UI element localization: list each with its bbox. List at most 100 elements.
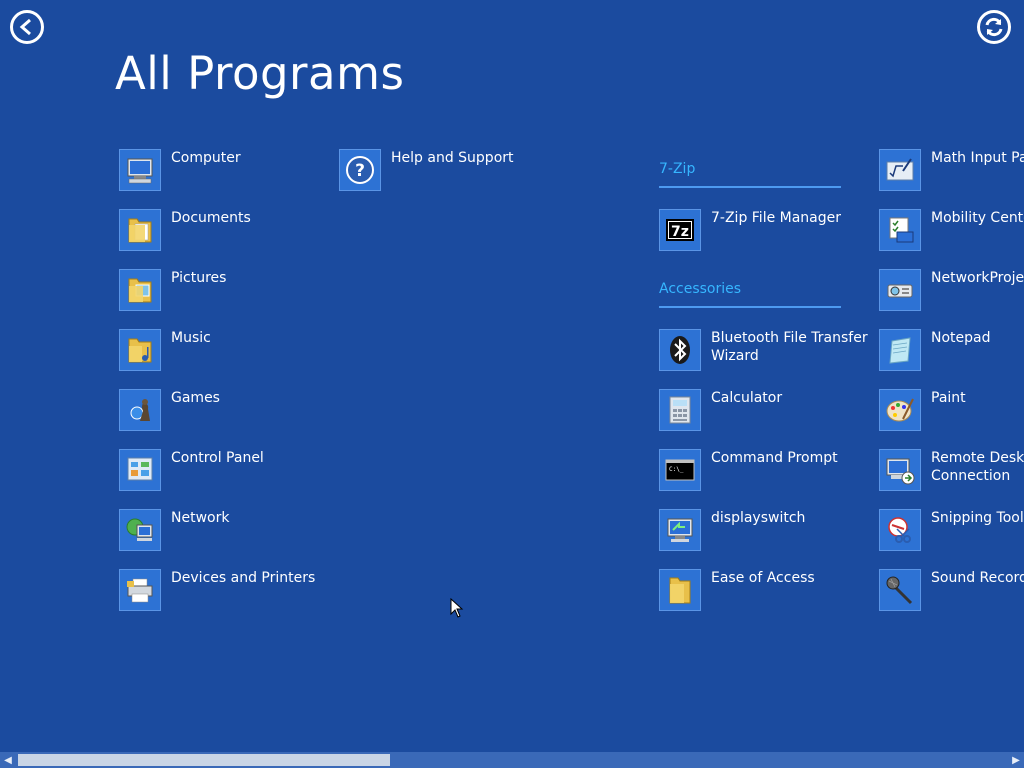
tile-bluetooth[interactable]: Bluetooth File Transfer Wizard: [659, 329, 869, 373]
tile-mobility-center[interactable]: Mobility Center: [879, 209, 1024, 253]
mouse-pointer-icon: [450, 598, 464, 618]
tile-label: 7-Zip File Manager: [711, 210, 842, 226]
horizontal-scrollbar[interactable]: ◀ ▶: [0, 752, 1024, 768]
tile-computer[interactable]: Computer: [119, 149, 329, 193]
folder-icon: [669, 577, 691, 604]
tile-icon-box: [879, 329, 921, 371]
remote-desktop-icon: [886, 458, 915, 485]
scroll-left-icon[interactable]: ◀: [0, 752, 16, 768]
page-title: All Programs: [115, 47, 405, 100]
tile-calculator[interactable]: Calculator: [659, 389, 869, 433]
tile-label: Pictures: [171, 270, 227, 286]
tile-label: Command Prompt: [711, 450, 838, 466]
tile-label: Games: [171, 390, 220, 406]
svg-text:C:\_: C:\_: [669, 466, 684, 473]
back-button[interactable]: [10, 10, 44, 44]
paint-icon: [886, 398, 914, 422]
tile-icon-box: [119, 269, 161, 311]
tile-documents[interactable]: Documents: [119, 209, 329, 253]
tile-icon-box: [119, 569, 161, 611]
tile-command-prompt[interactable]: C:\_ Command Prompt: [659, 449, 869, 493]
scroll-thumb[interactable]: [18, 754, 390, 766]
tile-label: Control Panel: [171, 450, 264, 466]
tile-math-input[interactable]: Math Input Pa: [879, 149, 1024, 193]
tile-pictures[interactable]: Pictures: [119, 269, 329, 313]
tile-label: NetworkProjec: [931, 270, 1024, 286]
tile-icon-box: [119, 389, 161, 431]
display-switch-icon: [667, 518, 693, 542]
tile-label: Ease of Access: [711, 570, 815, 586]
tile-icon-box: [659, 329, 701, 371]
scroll-right-icon[interactable]: ▶: [1008, 752, 1024, 768]
tile-label: Network: [171, 510, 230, 526]
tile-notepad[interactable]: Notepad: [879, 329, 1024, 373]
tile-icon-box: [879, 449, 921, 491]
tile-label: Bluetooth File Transfer Wizard: [711, 330, 868, 364]
control-panel-icon: [127, 457, 153, 481]
microphone-icon: [886, 576, 913, 605]
mobility-center-icon: [889, 217, 914, 243]
tile-label: Devices and Printers: [171, 570, 316, 586]
snipping-tool-icon: [888, 517, 911, 543]
tile-icon-box: [659, 509, 701, 551]
tile-games[interactable]: Games: [119, 389, 329, 433]
group-header-accessories[interactable]: Accessories: [659, 280, 841, 308]
command-prompt-icon: C:\_: [665, 459, 695, 481]
tile-icon-box: C:\_: [659, 449, 701, 491]
tile-network[interactable]: Network: [119, 509, 329, 553]
network-projector-icon: [887, 284, 913, 298]
music-folder-icon: [128, 338, 152, 363]
tile-icon-box: 7z: [659, 209, 701, 251]
tile-icon-box: [879, 569, 921, 611]
games-icon: [130, 399, 150, 421]
refresh-button[interactable]: [977, 10, 1011, 44]
tile-label: Music: [171, 330, 211, 346]
tile-snipping-tool[interactable]: Snipping Tool: [879, 509, 1024, 553]
tile-icon-box: [119, 449, 161, 491]
tile-icon-box: ?: [339, 149, 381, 191]
tile-label: displayswitch: [711, 510, 806, 526]
tile-label: Paint: [931, 390, 966, 406]
tile-devices-printers[interactable]: Devices and Printers: [119, 569, 329, 613]
tile-label: Notepad: [931, 330, 991, 346]
pictures-folder-icon: [128, 278, 152, 303]
tile-control-panel[interactable]: Control Panel: [119, 449, 329, 493]
tile-label: Calculator: [711, 390, 783, 406]
tile-icon-box: [119, 209, 161, 251]
tile-label: Mobility Center: [931, 210, 1024, 226]
tile-icon-box: [119, 509, 161, 551]
tile-label: Remote Deskt Connection: [931, 450, 1024, 484]
notepad-icon: [889, 337, 911, 364]
tile-icon-box: [659, 389, 701, 431]
tile-paint[interactable]: Paint: [879, 389, 1024, 433]
all-programs-screen: All Programs Computer Documents Pictures…: [0, 0, 1024, 768]
tile-icon-box: [879, 209, 921, 251]
tile-label: Math Input Pa: [931, 150, 1024, 166]
tile-help-support[interactable]: ? Help and Support: [339, 149, 549, 193]
computer-icon: [127, 158, 153, 184]
back-arrow-icon: [19, 18, 31, 36]
tile-label: Snipping Tool: [931, 510, 1024, 526]
tile-remote-desktop[interactable]: Remote Deskt Connection: [879, 449, 1024, 493]
tile-music[interactable]: Music: [119, 329, 329, 373]
calculator-icon: [669, 396, 691, 424]
7zip-icon: 7z: [666, 219, 694, 241]
tile-ease-of-access[interactable]: Ease of Access: [659, 569, 869, 613]
tile-displayswitch[interactable]: displayswitch: [659, 509, 869, 553]
math-input-icon: [886, 158, 914, 181]
help-icon: ?: [346, 156, 374, 184]
network-icon: [126, 518, 153, 541]
tile-icon-box: [879, 389, 921, 431]
printer-icon: [127, 578, 153, 603]
tile-icon-box: [659, 569, 701, 611]
tile-label: Sound Recorde: [931, 570, 1024, 586]
group-header-7zip[interactable]: 7-Zip: [659, 160, 841, 188]
tile-icon-box: [879, 509, 921, 551]
svg-text:?: ?: [355, 161, 365, 181]
tile-icon-box: [879, 269, 921, 311]
tile-icon-box: [119, 329, 161, 371]
tile-network-projector[interactable]: NetworkProjec: [879, 269, 1024, 313]
tile-7zip-file-manager[interactable]: 7z 7-Zip File Manager: [659, 209, 869, 253]
refresh-icon: [985, 17, 1003, 37]
tile-sound-recorder[interactable]: Sound Recorde: [879, 569, 1024, 613]
